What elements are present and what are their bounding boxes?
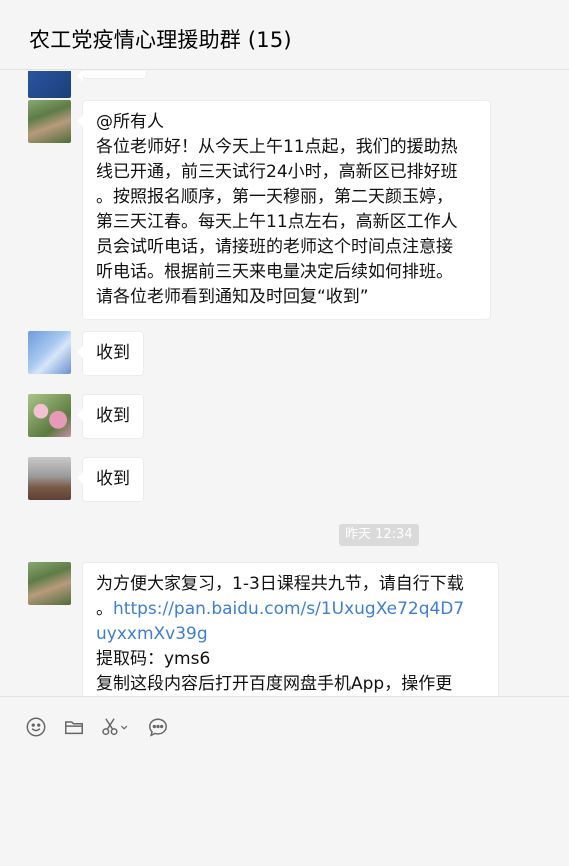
message-text: 收到	[96, 469, 130, 489]
message-text: uyxxmXv39g	[96, 622, 485, 647]
message-item: 收到	[28, 394, 144, 439]
avatar[interactable]	[28, 394, 71, 437]
message-text: 提取码：yms6	[96, 649, 211, 669]
share-link-continued[interactable]: uyxxmXv39g	[96, 624, 208, 644]
message-text: 收到	[96, 343, 130, 363]
message-item: @所有人 各位老师好！从今天上午11点起，我们的援助热 线已开通，前三天试行24…	[28, 100, 491, 320]
message-text: @所有人	[96, 112, 164, 132]
message-item	[28, 71, 147, 98]
message-bubble[interactable]: 收到	[77, 331, 144, 376]
message-text: 第三天江春。每天上午11点左右，高新区工作人	[96, 212, 458, 232]
chat-title[interactable]: 农工党疫情心理援助群 (15)	[29, 24, 292, 54]
message-bubble[interactable]: @所有人 各位老师好！从今天上午11点起，我们的援助热 线已开通，前三天试行24…	[77, 100, 491, 320]
message-text: 线已开通，前三天试行24小时，高新区已排好班	[96, 162, 458, 182]
share-link[interactable]: https://pan.baidu.com/s/1UxugXe72q4D7	[113, 599, 464, 619]
message-text: 员会试听电话，请接班的老师这个时间点注意接	[96, 237, 453, 257]
avatar[interactable]	[28, 562, 71, 605]
message-bubble[interactable]: 收到	[77, 457, 144, 502]
message-item: 收到	[28, 331, 144, 376]
message-bubble[interactable]	[77, 71, 147, 82]
avatar[interactable]	[28, 457, 71, 500]
message-text: 听电话。根据前三天来电量决定后续如何排班。	[96, 262, 453, 282]
message-text: 为方便大家复习，1-3日课程共九节，请自行下载	[96, 574, 464, 594]
message-timestamp: 昨天 12:34	[339, 524, 419, 546]
message-item: 为方便大家复习，1-3日课程共九节，请自行下载 。https://pan.bai…	[28, 562, 499, 696]
message-list[interactable]: @所有人 各位老师好！从今天上午11点起，我们的援助热 线已开通，前三天试行24…	[0, 71, 569, 696]
message-text: 。https://pan.baidu.com/s/1UxugXe72q4D7	[96, 599, 465, 619]
avatar[interactable]	[28, 100, 71, 143]
message-text: 各位老师好！从今天上午11点起，我们的援助热	[96, 137, 458, 157]
input-toolbar	[0, 696, 569, 866]
folder-icon[interactable]	[62, 715, 86, 739]
message-text: 收到	[96, 406, 130, 426]
scissors-icon[interactable]	[99, 715, 131, 739]
message-item: 收到	[28, 457, 144, 502]
chat-header: 农工党疫情心理援助群 (15)	[0, 0, 569, 70]
message-bubble[interactable]: 为方便大家复习，1-3日课程共九节，请自行下载 。https://pan.bai…	[82, 562, 499, 696]
chat-bubble-icon[interactable]	[146, 715, 170, 739]
avatar[interactable]	[28, 331, 71, 374]
emoji-icon[interactable]	[24, 715, 48, 739]
message-bubble[interactable]: 收到	[77, 394, 144, 439]
avatar[interactable]	[28, 71, 71, 98]
message-text: 复制这段内容后打开百度网盘手机App，操作更	[96, 674, 453, 694]
message-text: 请各位老师看到通知及时回复“收到”	[96, 287, 369, 307]
message-text: 。按照报名顺序，第一天穆丽，第二天颜玉婷，	[96, 187, 453, 207]
